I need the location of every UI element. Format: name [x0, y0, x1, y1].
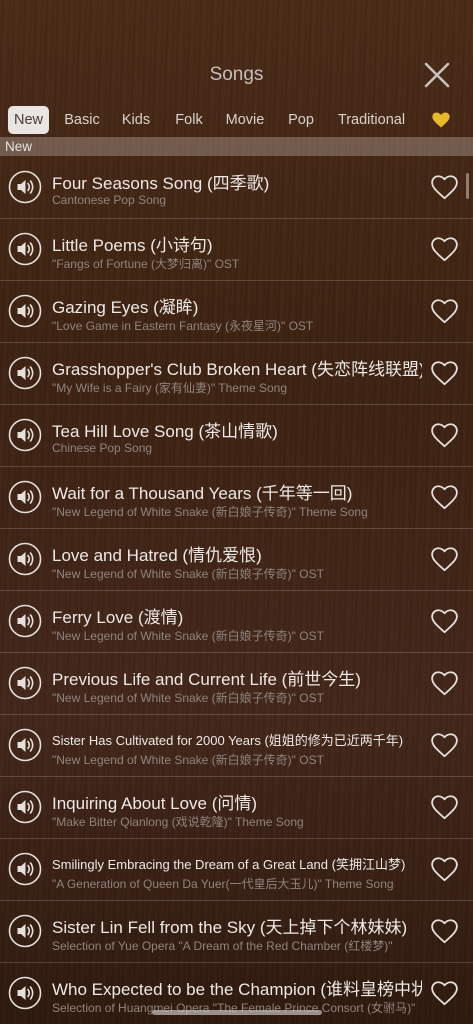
speaker-icon[interactable] [8, 418, 42, 452]
song-row[interactable]: Grasshopper's Club Broken Heart (失恋阵线联盟)… [0, 343, 473, 405]
speaker-icon[interactable] [8, 728, 42, 762]
song-title: Inquiring About Love (问情) [52, 794, 258, 813]
song-title: Four Seasons Song (四季歌) [52, 174, 270, 193]
favorite-heart-icon[interactable] [431, 795, 458, 820]
favorite-heart-icon[interactable] [431, 981, 458, 1006]
song-list: Four Seasons Song (四季歌) Cantonese Pop Son… [0, 157, 473, 1024]
favorite-heart-icon[interactable] [431, 175, 458, 200]
speaker-icon[interactable] [8, 852, 42, 886]
song-subtitle: Cantonese Pop Song [52, 193, 167, 207]
song-title: Gazing Eyes (凝眸) [52, 298, 199, 317]
favorite-heart-icon[interactable] [431, 671, 458, 696]
song-title: Sister Has Cultivated for 2000 Years (姐姐… [52, 733, 404, 748]
song-title: Little Poems (小诗句) [52, 236, 213, 255]
song-subtitle: Chinese Pop Song [52, 441, 153, 455]
tab-kids[interactable]: Kids [115, 106, 157, 134]
favorite-heart-icon[interactable] [431, 733, 458, 758]
speaker-icon[interactable] [8, 604, 42, 638]
section-header: New [0, 137, 473, 156]
song-row[interactable]: Gazing Eyes (凝眸) "Love Game in Eastern Fa… [0, 281, 473, 343]
speaker-icon[interactable] [8, 542, 42, 576]
close-icon [424, 62, 450, 88]
speaker-icon[interactable] [8, 232, 42, 266]
tab-favorites[interactable] [424, 106, 458, 134]
tab-pop[interactable]: Pop [281, 106, 321, 134]
scrollbar[interactable] [466, 173, 469, 199]
favorite-heart-icon[interactable] [431, 857, 458, 882]
song-subtitle: "Fangs of Fortune (大梦归离)" OST [52, 257, 240, 271]
speaker-icon[interactable] [8, 480, 42, 514]
page-title: Songs [209, 64, 264, 85]
song-row[interactable]: Four Seasons Song (四季歌) Cantonese Pop Son… [0, 157, 473, 219]
song-subtitle: "My Wife is a Fairy (家有仙妻)" Theme Song [52, 381, 288, 395]
song-title: Sister Lin Fell from the Sky (天上掉下个林妹妹) [52, 918, 408, 937]
song-subtitle: "New Legend of White Snake (新白娘子传奇)" OST [52, 753, 324, 767]
song-subtitle: "New Legend of White Snake (新白娘子传奇)" OST [52, 629, 324, 643]
favorite-heart-icon[interactable] [431, 919, 458, 944]
song-row[interactable]: Previous Life and Current Life (前世今生) "Ne… [0, 653, 473, 715]
song-row[interactable]: Ferry Love (渡情) "New Legend of White Snak… [0, 591, 473, 653]
song-row[interactable]: Love and Hatred (情仇爱恨) "New Legend of Whi… [0, 529, 473, 591]
favorite-heart-icon[interactable] [431, 237, 458, 262]
song-subtitle: "New Legend of White Snake (新白娘子传奇)" The… [52, 505, 368, 519]
song-title: Smilingly Embracing the Dream of a Great… [52, 857, 406, 872]
song-subtitle: "Love Game in Eastern Fantasy (永夜星河)" OS… [52, 319, 314, 333]
favorite-heart-icon[interactable] [431, 361, 458, 386]
speaker-icon[interactable] [8, 170, 42, 204]
speaker-icon[interactable] [8, 914, 42, 948]
tab-traditional[interactable]: Traditional [331, 106, 412, 134]
song-title: Tea Hill Love Song (茶山情歌) [52, 422, 278, 441]
heart-icon [432, 112, 450, 128]
song-title: Who Expected to be the Champion (谁料皇榜中状元… [52, 980, 422, 999]
song-row[interactable]: Sister Has Cultivated for 2000 Years (姐姐… [0, 715, 473, 777]
song-subtitle: "New Legend of White Snake (新白娘子传奇)" OST [52, 691, 324, 705]
song-row[interactable]: Inquiring About Love (问情) "Make Bitter Qi… [0, 777, 473, 839]
song-subtitle: "New Legend of White Snake (新白娘子传奇)" OST [52, 567, 324, 581]
song-subtitle: "A Generation of Queen Da Yuer(一代皇后大玉儿)"… [52, 877, 394, 891]
tab-basic[interactable]: Basic [58, 106, 106, 134]
header: Songs [0, 0, 473, 100]
song-row[interactable]: Tea Hill Love Song (茶山情歌) Chinese Pop Son… [0, 405, 473, 467]
speaker-icon[interactable] [8, 666, 42, 700]
song-title: Wait for a Thousand Years (千年等一回) [52, 484, 353, 503]
speaker-icon[interactable] [8, 294, 42, 328]
speaker-icon[interactable] [8, 790, 42, 824]
home-indicator [152, 1010, 322, 1015]
song-row[interactable]: Wait for a Thousand Years (千年等一回) "New Le… [0, 467, 473, 529]
category-tabs: New Basic Kids Folk Movie Pop Traditiona… [0, 104, 473, 136]
song-row[interactable]: Little Poems (小诗句) "Fangs of Fortune (大梦归… [0, 219, 473, 281]
close-button[interactable] [422, 60, 452, 90]
tab-folk[interactable]: Folk [168, 106, 210, 134]
song-title: Previous Life and Current Life (前世今生) [52, 670, 361, 689]
tab-movie[interactable]: Movie [220, 106, 270, 134]
favorite-heart-icon[interactable] [431, 547, 458, 572]
favorite-heart-icon[interactable] [431, 299, 458, 324]
favorite-heart-icon[interactable] [431, 609, 458, 634]
song-subtitle: Selection of Yue Opera "A Dream of the R… [52, 939, 393, 953]
song-title: Ferry Love (渡情) [52, 608, 184, 627]
tab-new[interactable]: New [8, 106, 49, 134]
song-row[interactable]: Smilingly Embracing the Dream of a Great… [0, 839, 473, 901]
favorite-heart-icon[interactable] [431, 485, 458, 510]
song-subtitle: "Make Bitter Qianlong (戏说乾隆)" Theme Song [52, 815, 304, 829]
favorite-heart-icon[interactable] [431, 423, 458, 448]
song-title: Love and Hatred (情仇爱恨) [52, 546, 262, 565]
speaker-icon[interactable] [8, 356, 42, 390]
speaker-icon[interactable] [8, 976, 42, 1010]
song-title: Grasshopper's Club Broken Heart (失恋阵线联盟) [52, 360, 422, 379]
song-row[interactable]: Sister Lin Fell from the Sky (天上掉下个林妹妹) S… [0, 901, 473, 963]
